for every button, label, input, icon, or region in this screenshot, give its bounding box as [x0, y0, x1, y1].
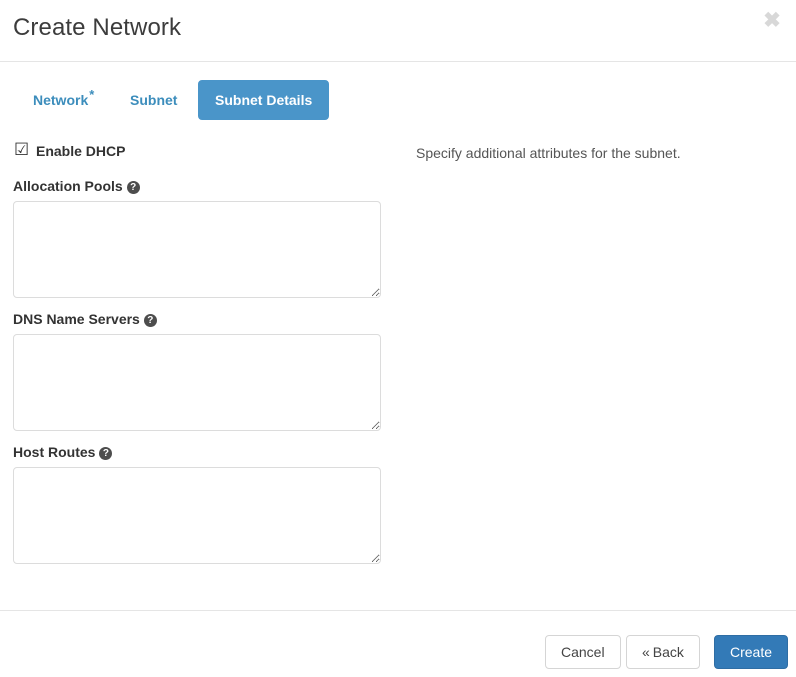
modal-body: ☑ Enable DHCP Allocation Pools? DNS Name…: [0, 128, 796, 610]
dns-name-servers-label-text: DNS Name Servers: [13, 311, 140, 327]
checkbox-checked-icon[interactable]: ☑: [14, 142, 29, 159]
help-icon[interactable]: ?: [143, 314, 157, 327]
create-button[interactable]: Create: [714, 635, 789, 669]
help-icon[interactable]: ?: [99, 447, 113, 460]
allocation-pools-label: Allocation Pools?: [13, 177, 395, 195]
dns-name-servers-group: DNS Name Servers?: [13, 310, 395, 431]
host-routes-group: Host Routes?: [13, 443, 395, 564]
back-button[interactable]: «Back: [626, 635, 700, 669]
tab-bar: Network* Subnet Subnet Details: [0, 62, 796, 128]
close-icon[interactable]: ✖: [759, 8, 785, 34]
tab-network-label: Network: [33, 92, 89, 108]
allocation-pools-group: Allocation Pools?: [13, 177, 395, 298]
modal-footer: Cancel «Back Create: [0, 610, 796, 677]
enable-dhcp-row[interactable]: ☑ Enable DHCP: [13, 141, 395, 163]
tab-subnet[interactable]: Subnet: [113, 80, 194, 120]
dns-name-servers-label: DNS Name Servers?: [13, 310, 395, 328]
host-routes-label: Host Routes?: [13, 443, 395, 461]
dns-name-servers-input[interactable]: [13, 334, 381, 431]
required-asterisk: *: [89, 87, 95, 103]
create-network-modal: Create Network ✖ Network* Subnet Subnet …: [0, 0, 796, 677]
tab-subnet-details[interactable]: Subnet Details: [198, 80, 330, 120]
page-title: Create Network: [13, 14, 182, 41]
modal-header: Create Network ✖: [0, 0, 796, 62]
help-icon[interactable]: ?: [126, 181, 140, 194]
tab-network[interactable]: Network*: [16, 80, 111, 120]
form-column: ☑ Enable DHCP Allocation Pools? DNS Name…: [13, 128, 395, 576]
host-routes-input[interactable]: [13, 467, 381, 564]
allocation-pools-input[interactable]: [13, 201, 381, 298]
allocation-pools-label-text: Allocation Pools: [13, 178, 123, 194]
back-button-label: Back: [652, 644, 684, 660]
help-description: Specify additional attributes for the su…: [416, 145, 681, 161]
cancel-button[interactable]: Cancel: [545, 635, 621, 669]
enable-dhcp-label[interactable]: Enable DHCP: [36, 142, 125, 160]
chevron-left-icon: «: [642, 644, 650, 660]
host-routes-label-text: Host Routes: [13, 444, 96, 460]
